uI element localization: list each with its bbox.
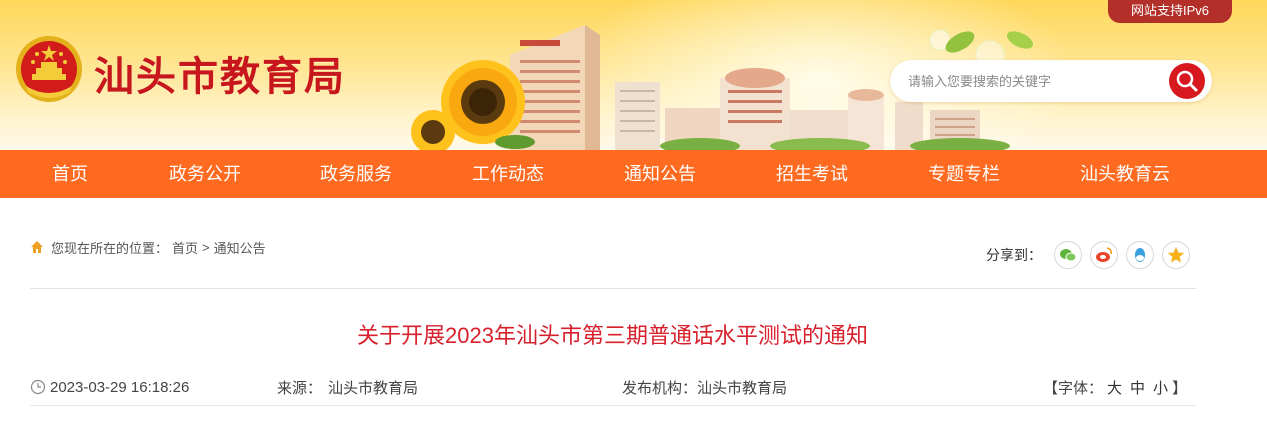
font-size-label: 【字体：	[1043, 379, 1104, 397]
nav-item-notices[interactable]: 通知公告	[610, 150, 710, 198]
nav-item-gov-services[interactable]: 政务服务	[306, 150, 406, 198]
font-size-small-link[interactable]: 小	[1153, 377, 1168, 398]
publisher-value: 汕头市教育局	[697, 379, 788, 397]
breadcrumb-current-link[interactable]: 通知公告	[214, 238, 266, 257]
font-size-medium-link[interactable]: 中	[1130, 377, 1145, 398]
breadcrumb-separator: >	[202, 239, 210, 255]
font-size-switcher: 【字体： 大 中 小 】	[1043, 376, 1187, 398]
main-nav: 首页 政务公开 政务服务 工作动态 通知公告 招生考试 专题专栏 汕头教育云	[0, 150, 1267, 198]
article-source: 来源： 汕头市教育局	[277, 376, 418, 398]
nav-item-special-topics[interactable]: 专题专栏	[914, 150, 1014, 198]
share-label: 分享到：	[986, 247, 1042, 263]
share-favorite-button[interactable]	[1162, 241, 1190, 269]
publish-datetime-value: 2023-03-29 16:18:26	[50, 378, 190, 396]
nav-item-work-news[interactable]: 工作动态	[458, 150, 558, 198]
source-value: 汕头市教育局	[328, 379, 419, 397]
nav-item-edu-cloud[interactable]: 汕头教育云	[1066, 150, 1184, 198]
breadcrumb-home-link[interactable]: 首页	[172, 238, 198, 257]
breadcrumb: 您现在所在的位置： 首页 > 通知公告	[30, 237, 266, 257]
search-box	[890, 60, 1212, 102]
share-qq-button[interactable]	[1126, 241, 1154, 269]
nav-item-home[interactable]: 首页	[20, 150, 120, 198]
clock-icon	[30, 379, 46, 395]
breadcrumb-divider	[30, 288, 1196, 289]
ipv6-badge: 网站支持IPv6	[1108, 0, 1232, 23]
publisher-label: 发布机构：	[622, 379, 698, 397]
weibo-icon	[1096, 247, 1112, 262]
share-wechat-button[interactable]	[1054, 241, 1082, 269]
article-title: 关于开展2023年汕头市第三期普通话水平测试的通知	[357, 323, 868, 348]
search-button[interactable]	[1169, 63, 1205, 99]
favorite-star-icon	[1168, 247, 1184, 263]
nav-item-admissions[interactable]: 招生考试	[762, 150, 862, 198]
share-bar: 分享到：	[986, 240, 1198, 270]
publish-datetime: 2023-03-29 16:18:26	[30, 376, 189, 398]
national-emblem-icon	[16, 36, 82, 102]
header-banner: 汕头市教育局 网站支持IPv6 请输入您要搜索的关键字	[0, 0, 1267, 150]
font-size-large-link[interactable]: 大	[1107, 377, 1122, 398]
sunflower-decoration	[411, 60, 535, 150]
breadcrumb-prefix: 您现在所在的位置：	[51, 240, 169, 256]
site-title[interactable]: 汕头市教育局	[94, 44, 346, 102]
meta-divider	[30, 405, 1196, 406]
wechat-icon	[1060, 249, 1077, 262]
source-label: 来源：	[277, 379, 323, 397]
font-size-close: 】	[1172, 379, 1188, 397]
home-icon	[31, 241, 43, 253]
search-icon	[1176, 70, 1198, 92]
share-weibo-button[interactable]	[1090, 241, 1118, 269]
qq-icon	[1135, 248, 1145, 262]
nav-item-gov-affairs[interactable]: 政务公开	[155, 150, 255, 198]
article-publisher: 发布机构： 汕头市教育局	[622, 376, 787, 398]
search-input[interactable]	[908, 70, 1158, 92]
